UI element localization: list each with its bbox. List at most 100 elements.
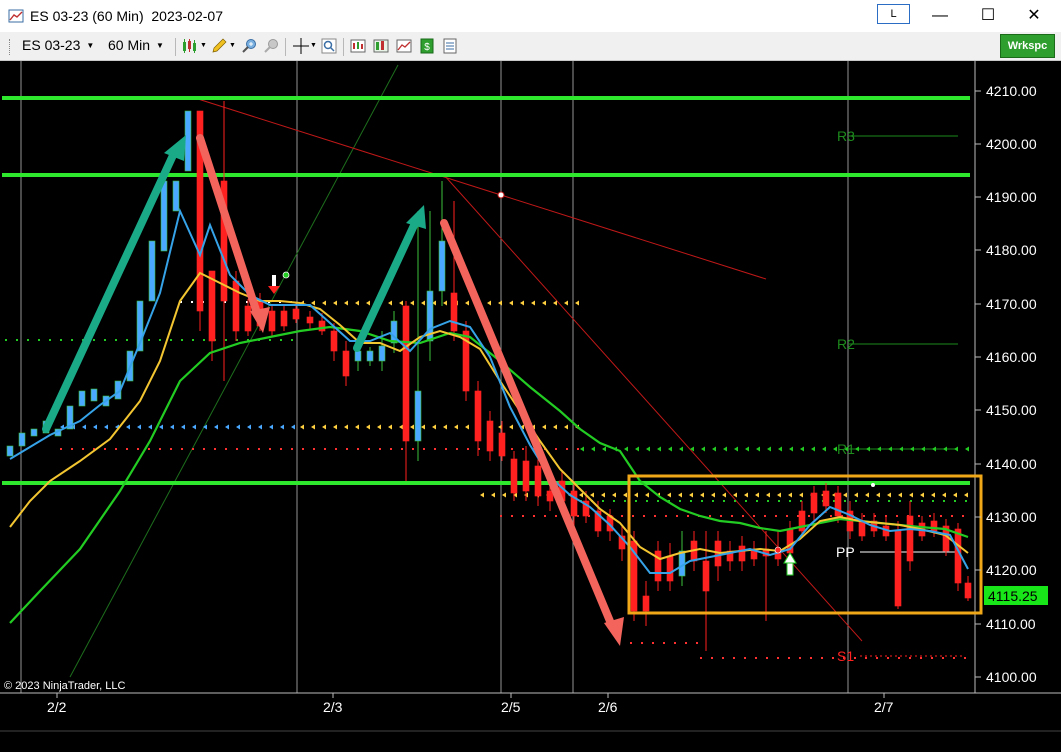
level-marker: [335, 448, 337, 450]
resistance-line-4209[interactable]: [2, 96, 970, 100]
trend-anchor-point[interactable]: [497, 191, 505, 199]
level-marker: [71, 339, 73, 341]
chevron-down-icon[interactable]: ▼: [229, 42, 236, 49]
red-trend-line[interactable]: [197, 98, 767, 280]
level-marker: [865, 657, 867, 659]
level-marker: [788, 657, 790, 659]
level-marker: [887, 657, 889, 659]
minimize-button[interactable]: —: [918, 4, 962, 28]
chart-properties-icon[interactable]: [395, 37, 413, 55]
level-marker: [27, 339, 29, 341]
level-marker: [887, 492, 891, 498]
candle: [78, 390, 86, 407]
level-marker: [311, 300, 315, 306]
signal-dot[interactable]: [774, 546, 782, 554]
bar-type-icon[interactable]: [181, 37, 199, 55]
level-marker: [520, 300, 524, 306]
level-marker: [929, 515, 931, 517]
price-chart[interactable]: R3 R2 R1 PP S1 4210.00 4200.00 4190.00 4…: [0, 61, 1061, 752]
level-marker: [280, 448, 282, 450]
support-line-4136[interactable]: [2, 481, 970, 485]
level-marker: [191, 301, 193, 303]
interval-selector[interactable]: 60 Min ▼: [108, 37, 164, 53]
workspace-button[interactable]: Wrkspc: [1000, 34, 1055, 58]
signal-dot[interactable]: [871, 483, 875, 487]
level-marker-row: [700, 657, 966, 659]
level-marker: [300, 424, 304, 430]
link-button[interactable]: L: [877, 4, 910, 24]
candle: [172, 180, 180, 212]
level-marker: [104, 448, 106, 450]
level-marker: [953, 657, 955, 659]
indicators-icon[interactable]: [349, 37, 367, 55]
level-marker: [322, 424, 326, 430]
level-marker: [921, 500, 923, 502]
pivot-r1-label: R1: [837, 441, 855, 457]
level-marker: [788, 492, 792, 498]
order-entry-icon[interactable]: $: [418, 37, 436, 55]
level-marker: [401, 448, 403, 450]
price-chart-panel[interactable]: R3 R2 R1 PP S1 4210.00 4200.00 4190.00 4…: [0, 61, 1061, 752]
red-trend-line-steep[interactable]: [443, 174, 863, 642]
candle: [30, 428, 38, 437]
instrument-selector[interactable]: ES 03-23 ▼: [22, 37, 94, 53]
downtrend-arrow-2[interactable]: [440, 219, 624, 646]
level-marker: [700, 492, 704, 498]
level-marker: [344, 424, 348, 430]
level-marker: [701, 500, 703, 502]
level-marker: [577, 448, 579, 450]
level-marker: [181, 448, 183, 450]
level-marker: [767, 500, 769, 502]
zoom-in-icon[interactable]: [240, 37, 258, 55]
chevron-down-icon[interactable]: ▼: [310, 42, 317, 49]
last-price-label: 4115.25: [988, 588, 1038, 604]
level-marker: [115, 448, 117, 450]
level-marker: [533, 515, 535, 517]
close-button[interactable]: ✕: [1012, 4, 1056, 28]
data-box-icon[interactable]: [441, 37, 459, 55]
level-marker: [192, 339, 194, 341]
level-marker: [346, 448, 348, 450]
candle: [184, 110, 192, 172]
level-marker: [344, 300, 348, 306]
chevron-down-icon[interactable]: ▼: [200, 42, 207, 49]
date-label: 2/2: [47, 699, 67, 715]
level-marker: [291, 424, 295, 430]
level-marker: [555, 515, 557, 517]
price-tick-label: 4130.00: [986, 509, 1037, 525]
price-tick-label: 4140.00: [986, 456, 1037, 472]
level-marker: [388, 300, 392, 306]
resistance-line-4194[interactable]: [2, 173, 970, 177]
level-marker: [291, 448, 293, 450]
level-marker: [898, 492, 902, 498]
toolbar-grip[interactable]: [9, 39, 12, 55]
level-marker: [590, 492, 594, 498]
level-marker: [269, 424, 273, 430]
level-marker: [181, 339, 183, 341]
pivot-pp-label: PP: [836, 544, 855, 560]
zoom-out-icon[interactable]: [262, 37, 280, 55]
level-marker: [602, 500, 604, 502]
level-marker: [443, 300, 447, 306]
level-marker: [203, 339, 205, 341]
level-marker: [712, 446, 716, 452]
strategies-icon[interactable]: [372, 37, 390, 55]
level-marker: [920, 492, 924, 498]
level-marker: [192, 448, 194, 450]
maximize-button[interactable]: ☐: [966, 4, 1010, 28]
magnify-icon[interactable]: [320, 37, 338, 55]
level-marker: [214, 424, 218, 430]
level-marker: [291, 339, 293, 341]
level-marker: [921, 446, 925, 452]
level-marker: [302, 448, 304, 450]
level-marker-row: [630, 642, 698, 644]
level-marker: [766, 657, 768, 659]
drawing-tools-icon[interactable]: [210, 37, 228, 55]
signal-dot[interactable]: [282, 271, 290, 279]
crosshair-icon[interactable]: [292, 37, 310, 55]
level-marker: [82, 424, 86, 430]
candle: [160, 180, 168, 252]
level-marker: [509, 300, 513, 306]
sell-signal-arrow[interactable]: [268, 275, 280, 294]
ema-mid-line[interactable]: [9, 271, 969, 561]
